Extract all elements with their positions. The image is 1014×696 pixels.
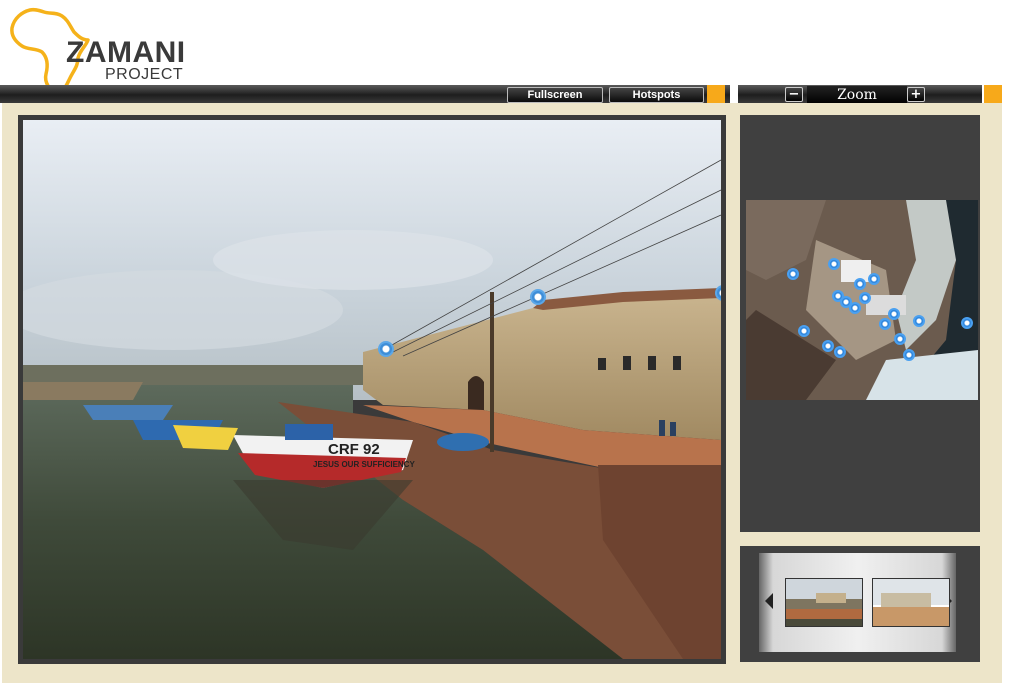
panorama-toggle-square[interactable] — [707, 85, 725, 103]
panorama-hotspot[interactable] — [378, 341, 394, 357]
zamani-logo: ZAMANI PROJECT — [8, 6, 208, 96]
map-hotspot[interactable] — [849, 302, 861, 314]
boat-name-text: CRF 92 — [328, 441, 380, 458]
map-hotspot[interactable] — [961, 317, 973, 329]
panorama-image: CRF 92 JESUS OUR SUFFICIENCY — [23, 120, 721, 659]
thumbnail-image — [873, 579, 949, 626]
zoom-out-button[interactable]: − — [785, 87, 803, 102]
map-hotspot[interactable] — [888, 308, 900, 320]
hotspots-button[interactable]: Hotspots — [609, 87, 704, 103]
map-hotspot[interactable] — [798, 325, 810, 337]
panorama-viewer[interactable]: CRF 92 JESUS OUR SUFFICIENCY — [23, 120, 721, 659]
header: ZAMANI PROJECT — [0, 0, 1014, 96]
map-hotspot[interactable] — [879, 318, 891, 330]
boat-motto-text: JESUS OUR SUFFICIENCY — [313, 460, 415, 469]
panorama-thumbnail[interactable] — [785, 578, 863, 627]
map-hotspot[interactable] — [859, 292, 871, 304]
thumbnail-image — [786, 579, 862, 626]
map-hotspot[interactable] — [787, 268, 799, 280]
map-toggle-square[interactable] — [984, 85, 1002, 103]
fullscreen-button[interactable]: Fullscreen — [507, 87, 603, 103]
map-hotspot[interactable] — [913, 315, 925, 327]
panorama-hotspot[interactable] — [530, 289, 546, 305]
map-hotspot[interactable] — [834, 346, 846, 358]
map-hotspot[interactable] — [854, 278, 866, 290]
map-hotspot[interactable] — [868, 273, 880, 285]
map-hotspot[interactable] — [822, 340, 834, 352]
panorama-thumbnail[interactable] — [872, 578, 950, 627]
zoom-in-button[interactable]: + — [907, 87, 925, 102]
map-hotspot[interactable] — [903, 349, 915, 361]
site-map[interactable] — [746, 200, 978, 400]
left-arrow-icon[interactable] — [765, 593, 773, 609]
logo-subtitle: PROJECT — [105, 66, 184, 83]
logo-title: ZAMANI — [66, 36, 186, 69]
map-hotspot[interactable] — [894, 333, 906, 345]
zoom-label: Zoom — [807, 86, 907, 104]
map-hotspot[interactable] — [828, 258, 840, 270]
